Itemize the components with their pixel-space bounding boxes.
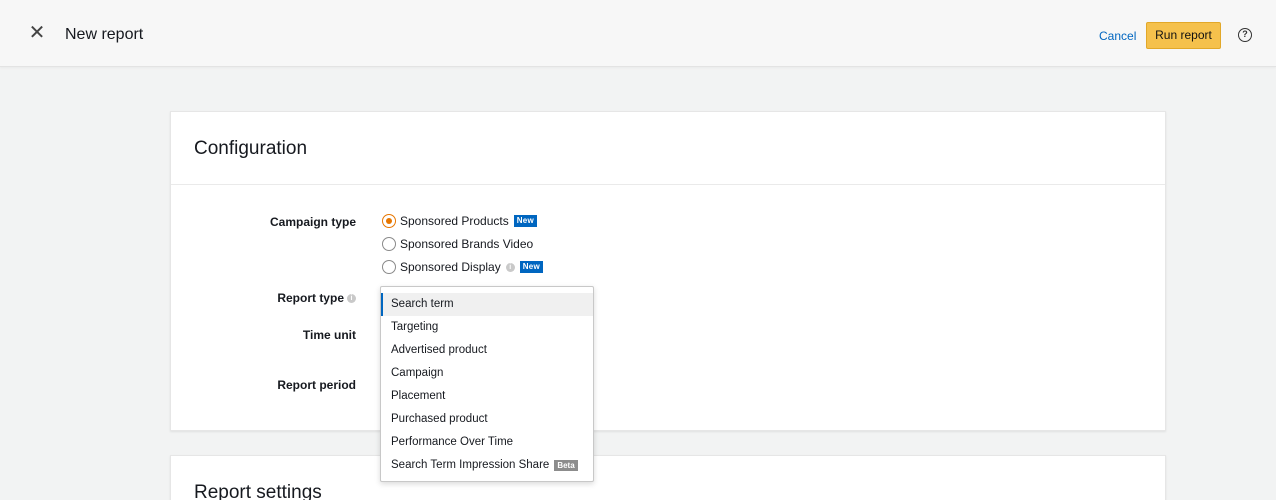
new-badge: New [519, 261, 544, 273]
radio-sponsored-brands-video[interactable]: Sponsored Brands Video [382, 236, 533, 252]
option-search-term[interactable]: Search term [381, 293, 593, 316]
report-settings-title: Report settings [194, 482, 322, 500]
report-type-label-wrap: Report type i [206, 291, 356, 305]
beta-badge: Beta [554, 460, 578, 471]
report-type-label: Report type [277, 291, 344, 305]
option-purchased-product[interactable]: Purchased product [381, 408, 593, 431]
top-bar: ✕ New report Cancel Run report ? [0, 0, 1276, 67]
option-campaign[interactable]: Campaign [381, 362, 593, 385]
option-label: Search Term Impression Share [391, 459, 550, 471]
report-type-dropdown[interactable]: Search term Targeting Advertised product… [380, 286, 594, 482]
info-icon[interactable]: i [505, 262, 515, 272]
option-advertised-product[interactable]: Advertised product [381, 339, 593, 362]
report-period-label: Report period [277, 378, 356, 392]
radio-button[interactable] [382, 260, 396, 274]
radio-button-selected[interactable] [382, 214, 396, 228]
campaign-type-label: Campaign type [269, 215, 356, 229]
radio-sponsored-display[interactable]: Sponsored Display i New [382, 259, 544, 275]
radio-label: Sponsored Display [400, 260, 501, 274]
close-icon[interactable]: ✕ [28, 23, 46, 43]
radio-label: Sponsored Brands Video [400, 237, 534, 251]
option-search-term-impression-share[interactable]: Search Term Impression Share Beta [381, 454, 593, 477]
time-unit-label: Time unit [302, 328, 356, 342]
help-icon[interactable]: ? [1238, 28, 1252, 42]
radio-button[interactable] [382, 237, 396, 251]
radio-sponsored-products[interactable]: Sponsored Products New [382, 213, 538, 229]
run-report-button[interactable]: Run report [1146, 22, 1221, 49]
configuration-title: Configuration [194, 138, 308, 159]
page-title: New report [65, 26, 144, 43]
cancel-link[interactable]: Cancel [1099, 29, 1136, 43]
option-placement[interactable]: Placement [381, 385, 593, 408]
option-targeting[interactable]: Targeting [381, 316, 593, 339]
radio-label: Sponsored Products [400, 214, 509, 228]
divider [171, 184, 1165, 185]
report-settings-card: Report settings [170, 455, 1166, 500]
new-badge: New [513, 215, 538, 227]
info-icon[interactable]: i [347, 294, 356, 304]
option-performance-over-time[interactable]: Performance Over Time [381, 431, 593, 454]
